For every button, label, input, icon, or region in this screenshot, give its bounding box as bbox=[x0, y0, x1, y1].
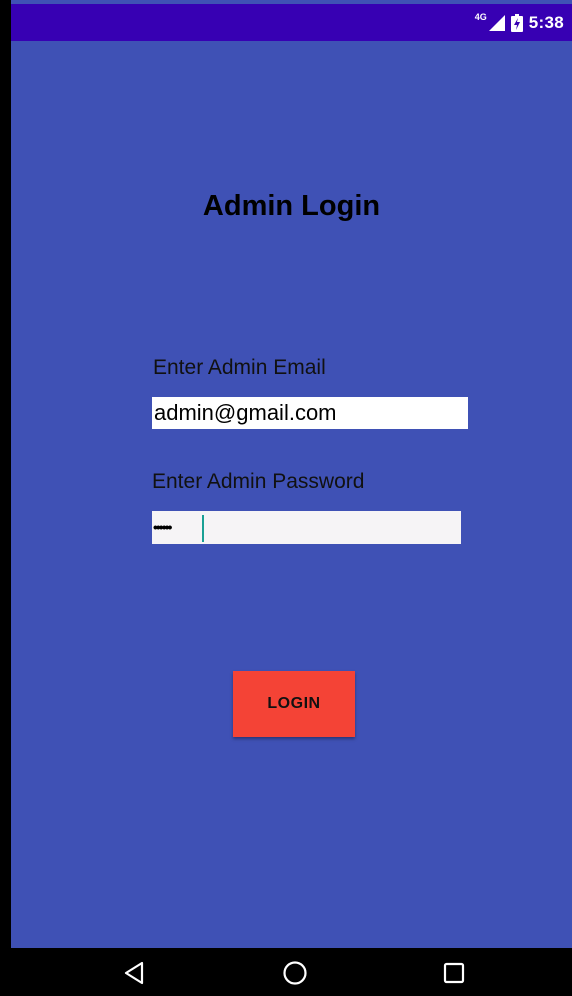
status-icons: 4G 5:38 bbox=[475, 4, 564, 41]
password-masked-value: •••••• bbox=[153, 519, 172, 535]
device-frame: 4G 5:38 Admin Login Enter Admin Email ad… bbox=[0, 0, 572, 996]
password-input[interactable]: •••••• bbox=[152, 511, 461, 544]
login-button[interactable]: LOGIN bbox=[233, 671, 355, 737]
status-bar: 4G 5:38 bbox=[11, 4, 572, 41]
page-title: Admin Login bbox=[202, 190, 381, 222]
app-screen: 4G 5:38 Admin Login Enter Admin Email ad… bbox=[11, 0, 572, 948]
status-clock: 5:38 bbox=[528, 12, 564, 32]
password-label: Enter Admin Password bbox=[152, 470, 365, 493]
home-circle-icon[interactable] bbox=[275, 956, 315, 990]
cell-signal-icon bbox=[488, 14, 505, 31]
navigation-bar bbox=[0, 948, 572, 996]
network-type-label: 4G bbox=[474, 11, 487, 22]
back-triangle-icon[interactable] bbox=[114, 956, 154, 990]
recents-square-icon[interactable] bbox=[434, 956, 474, 990]
battery-charging-icon bbox=[510, 13, 523, 32]
email-label: Enter Admin Email bbox=[153, 356, 326, 379]
text-caret bbox=[202, 515, 204, 542]
email-input[interactable] bbox=[152, 397, 468, 429]
